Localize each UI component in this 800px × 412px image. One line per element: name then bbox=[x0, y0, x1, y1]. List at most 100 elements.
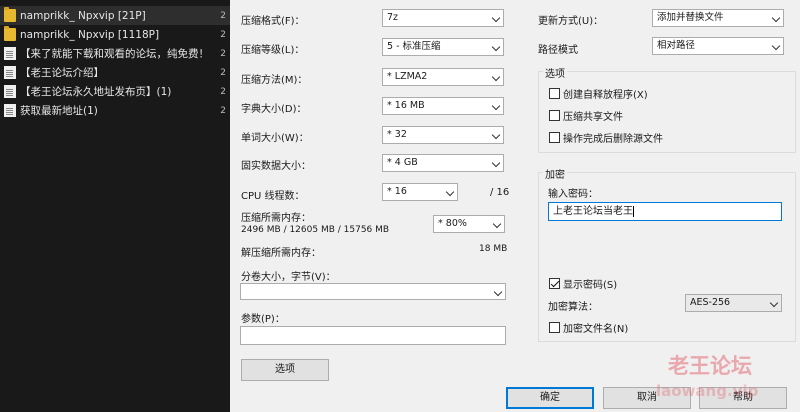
file-name: namprikk_ Npxvip [1118P] bbox=[20, 28, 160, 41]
encrypt-filenames-label: 加密文件名(N) bbox=[563, 324, 629, 335]
dictionary-size-label: 字典大小(D)： bbox=[241, 104, 307, 115]
encryption-method-label: 加密算法： bbox=[548, 302, 598, 313]
checkbox-box bbox=[549, 322, 560, 333]
show-password-checkbox[interactable]: 显示密码(S) bbox=[549, 276, 617, 291]
document-icon bbox=[4, 66, 16, 79]
archive-format-label: 压缩格式(F)： bbox=[241, 16, 305, 27]
delete-after-checkbox[interactable]: 操作完成后删除源文件 bbox=[549, 130, 663, 145]
document-icon bbox=[4, 47, 16, 60]
help-button[interactable]: 帮助 bbox=[699, 387, 787, 409]
sfx-label: 创建自释放程序(X) bbox=[563, 90, 648, 101]
file-extra: 2 bbox=[220, 48, 226, 59]
chevron-down-icon bbox=[492, 219, 502, 229]
compression-level-label: 压缩等级(L)： bbox=[241, 45, 305, 56]
solid-block-label: 固实数据大小： bbox=[241, 161, 311, 172]
cpu-threads-value: * 16 bbox=[387, 186, 407, 197]
split-volume-label: 分卷大小，字节(V)： bbox=[241, 272, 336, 283]
list-item[interactable]: namprikk_ Npxvip [21P] 2 bbox=[0, 6, 230, 25]
compression-level-select[interactable]: 5 - 标准压缩 bbox=[382, 38, 504, 56]
chevron-down-icon bbox=[771, 41, 781, 51]
document-icon bbox=[4, 85, 16, 98]
update-mode-value: 添加并替换文件 bbox=[657, 12, 724, 23]
encryption-method-value: AES-256 bbox=[690, 297, 731, 308]
add-to-archive-dialog: 压缩格式(F)： 7z 压缩等级(L)： 5 - 标准压缩 压缩方法(M)： *… bbox=[230, 0, 800, 412]
file-name: 【来了就能下载和观看的论坛，纯免费！ bbox=[20, 48, 209, 60]
options-group-title: 选项 bbox=[543, 65, 567, 80]
watermark-logo-text: 老王论坛 bbox=[668, 354, 752, 378]
folder-icon bbox=[4, 26, 16, 41]
encrypt-filenames-checkbox[interactable]: 加密文件名(N) bbox=[549, 320, 628, 335]
archive-format-select[interactable]: 7z bbox=[382, 9, 504, 27]
encryption-group-title: 加密 bbox=[543, 166, 567, 181]
chevron-down-icon bbox=[771, 13, 781, 23]
path-mode-label: 路径模式 bbox=[538, 45, 578, 56]
parameters-label: 参数(P)： bbox=[241, 314, 285, 325]
checkbox-box bbox=[549, 132, 560, 143]
chevron-down-icon bbox=[445, 187, 455, 197]
file-name: 获取最新地址(1) bbox=[20, 105, 98, 117]
chevron-down-icon bbox=[491, 42, 501, 52]
show-password-label: 显示密码(S) bbox=[563, 280, 618, 291]
file-name: 【老王论坛永久地址发布页】(1) bbox=[20, 86, 172, 98]
chevron-down-icon bbox=[491, 13, 501, 23]
list-item[interactable]: 获取最新地址(1) 2 bbox=[0, 101, 230, 120]
word-size-select[interactable]: * 32 bbox=[382, 126, 504, 144]
document-icon bbox=[4, 104, 16, 117]
file-name: namprikk_ Npxvip [21P] bbox=[20, 9, 146, 22]
file-name: 【老王论坛介绍】 bbox=[20, 67, 104, 79]
options-button[interactable]: 选项 bbox=[241, 359, 329, 381]
shared-files-label: 压缩共享文件 bbox=[563, 112, 623, 123]
dictionary-size-select[interactable]: * 16 MB bbox=[382, 97, 504, 115]
chevron-down-icon bbox=[769, 298, 779, 308]
shared-files-checkbox[interactable]: 压缩共享文件 bbox=[549, 108, 623, 123]
memory-percent-select[interactable]: * 80% bbox=[433, 215, 505, 233]
delete-after-label: 操作完成后删除源文件 bbox=[563, 134, 663, 145]
memory-decompress-value: 18 MB bbox=[479, 244, 508, 254]
password-label: 输入密码： bbox=[548, 189, 598, 200]
memory-compress-detail: 2496 MB / 12605 MB / 15756 MB bbox=[241, 225, 390, 235]
checkbox-checked bbox=[549, 278, 560, 289]
file-extra: 2 bbox=[220, 105, 226, 116]
password-input[interactable]: 上老王论坛当老王 bbox=[548, 202, 782, 221]
memory-compress-label: 压缩所需内存： bbox=[241, 213, 311, 224]
compression-method-select[interactable]: * LZMA2 bbox=[382, 68, 504, 86]
password-value: 上老王论坛当老王 bbox=[553, 206, 633, 217]
file-list-panel: namprikk_ Npxvip [21P] 2 namprikk_ Npxvi… bbox=[0, 0, 230, 412]
dictionary-size-value: * 16 MB bbox=[387, 100, 425, 111]
file-extra: 2 bbox=[220, 86, 226, 97]
sfx-checkbox[interactable]: 创建自释放程序(X) bbox=[549, 86, 648, 101]
cpu-threads-total: / 16 bbox=[490, 187, 510, 198]
list-item[interactable]: namprikk_ Npxvip [1118P] 2 bbox=[0, 25, 230, 44]
ok-button[interactable]: 确定 bbox=[506, 387, 594, 409]
chevron-down-icon bbox=[491, 158, 501, 168]
encryption-method-select[interactable]: AES-256 bbox=[685, 294, 782, 312]
checkbox-box bbox=[549, 110, 560, 121]
list-item[interactable]: 【来了就能下载和观看的论坛，纯免费！ 2 bbox=[0, 44, 230, 63]
path-mode-select[interactable]: 相对路径 bbox=[652, 37, 784, 55]
chevron-down-icon bbox=[491, 130, 501, 140]
file-extra: 2 bbox=[220, 67, 226, 78]
cpu-threads-label: CPU 线程数： bbox=[241, 191, 305, 202]
compression-method-label: 压缩方法(M)： bbox=[241, 75, 308, 86]
solid-block-select[interactable]: * 4 GB bbox=[382, 154, 504, 172]
compression-level-value: 5 - 标准压缩 bbox=[387, 41, 441, 52]
list-item[interactable]: 【老王论坛永久地址发布页】(1) 2 bbox=[0, 82, 230, 101]
update-mode-select[interactable]: 添加并替换文件 bbox=[652, 9, 784, 27]
memory-decompress-label: 解压缩所需内存： bbox=[241, 248, 321, 259]
chevron-down-icon bbox=[491, 101, 501, 111]
folder-icon bbox=[4, 7, 16, 22]
file-extra: 2 bbox=[220, 10, 226, 21]
word-size-label: 单词大小(W)： bbox=[241, 133, 309, 144]
chevron-down-icon bbox=[493, 287, 503, 297]
text-cursor bbox=[633, 205, 634, 217]
cancel-button[interactable]: 取消 bbox=[603, 387, 691, 409]
cpu-threads-select[interactable]: * 16 bbox=[382, 183, 458, 201]
compression-method-value: * LZMA2 bbox=[387, 71, 428, 82]
solid-block-value: * 4 GB bbox=[387, 157, 418, 168]
archive-format-value: 7z bbox=[387, 12, 399, 23]
word-size-value: * 32 bbox=[387, 129, 407, 140]
split-volume-combobox[interactable] bbox=[240, 283, 506, 300]
parameters-input[interactable] bbox=[240, 326, 506, 345]
memory-percent-value: * 80% bbox=[438, 218, 467, 229]
list-item[interactable]: 【老王论坛介绍】 2 bbox=[0, 63, 230, 82]
